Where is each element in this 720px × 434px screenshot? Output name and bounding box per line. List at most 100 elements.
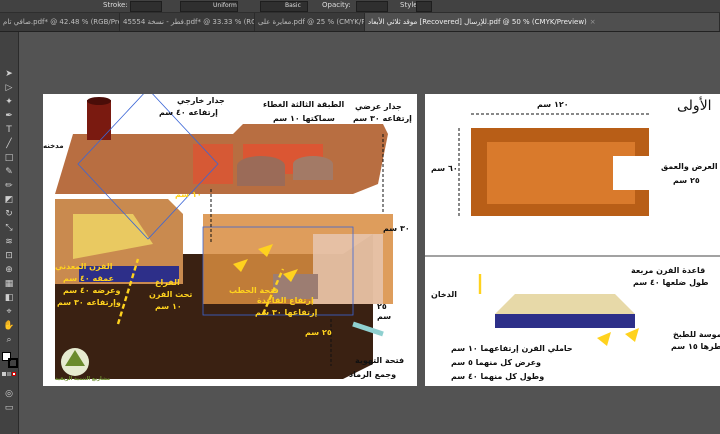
line-tool-icon[interactable]: ╱ — [3, 138, 15, 150]
label-oven-base: قاعدة الفرن مربعة — [631, 266, 706, 275]
control-bar: Stroke: Uniform Basic Opacity: Styles — [0, 0, 720, 13]
opacity-label: Opacity: — [322, 1, 351, 9]
tab-label: 45554 فطر - نسخة.pdf* @ 33.33 % (RGB/Pre… — [123, 18, 254, 26]
label-gap: الفراغ — [155, 278, 180, 287]
label-third-layer: الطبقة الثالثة الغطاء — [263, 100, 345, 109]
scale-icon[interactable]: ⤡ — [3, 222, 15, 234]
label-metal-oven-width: وعرضه ٤٠ سم — [63, 286, 121, 295]
artboard-left[interactable]: مدخنه جدار خارجي إرتفاعه ٤٠ سم الطبقة ال… — [43, 94, 417, 386]
stove-illustration — [55, 94, 393, 379]
label-holder-width: وعرض كل منهما ٥ سم — [451, 358, 542, 367]
gradient-icon[interactable]: ◧ — [3, 292, 15, 304]
draw-mode-icon[interactable]: ◎ — [3, 388, 15, 400]
rotate-icon[interactable]: ↻ — [3, 208, 15, 220]
rectangle-tool-icon[interactable]: □ — [3, 152, 15, 164]
tab-doc-1[interactable]: صافي تام.pdf* @ 42.48 % (RGB/Preview)× — [0, 13, 120, 31]
label-third-layer-thick: سماكتها ١٠ سم — [273, 114, 335, 123]
brush-select[interactable]: Basic — [260, 1, 308, 12]
label-cooking-surface-val: قطرها ١٥ سم — [671, 342, 720, 351]
tools-panel: ➤ ▷ ✦ ✒ T ╱ □ ✎ ✏ ◩ ↻ ⤡ ≋ ⊡ ⊕ ▦ ◧ ⌖ ✋ ⌕ … — [0, 32, 19, 434]
label-gap-under: تحت الفرن — [149, 290, 193, 299]
styles-swatch[interactable] — [416, 1, 432, 12]
eyedropper-icon[interactable]: ⌖ — [3, 306, 15, 318]
free-transform-icon[interactable]: ⊡ — [3, 250, 15, 262]
canvas-area[interactable]: مدخنه جدار خارجي إرتفاعه ٤٠ سم الطبقة ال… — [19, 32, 720, 434]
hot-area — [193, 144, 233, 184]
label-dim-25-b: ٢٥ — [377, 302, 387, 311]
none-mode-icon[interactable] — [12, 372, 16, 376]
label-width-depth: العرض والعمق — [661, 162, 718, 171]
label-metal-oven-depth: عمقه ٤٠ سم — [63, 274, 114, 283]
label-dim-30: ٣٠ سم — [383, 224, 410, 233]
label-width-depth-val: ٢٥ سم — [673, 176, 700, 185]
label-holder-height: حاملي الفرن إرتفاعهما ١٠ سم — [451, 344, 573, 353]
eraser-icon[interactable]: ◩ — [3, 194, 15, 206]
zoom-tool-icon[interactable]: ⌕ — [3, 334, 15, 346]
label-vent-opening: فتحة التهوية — [355, 356, 405, 365]
selection-tool-icon[interactable]: ➤ — [3, 68, 15, 80]
label-base-height-val: إرتفاعها ٣٠ سم — [255, 308, 318, 317]
top-view-inner — [487, 142, 635, 204]
basic-label: Basic — [285, 2, 301, 9]
tab-doc-3[interactable]: معايرة على.pdf @ 25 % (CMYK/Preview)× — [255, 13, 365, 31]
opacity-field[interactable] — [356, 1, 388, 12]
stroke-weight-field[interactable] — [130, 1, 162, 12]
pot-1-body — [237, 166, 285, 186]
label-chimney: مدخنه — [43, 142, 64, 150]
logo-text: مشاريع التنمية الريفية — [55, 376, 111, 382]
label-metal-oven-height: وإرتفاعه ٣٠ سم — [57, 298, 121, 307]
label-base-height: إرتفاع القاعدة — [257, 296, 314, 305]
label-dim-120: ١٢٠ سم — [537, 100, 569, 109]
label-smoke: الدخان — [431, 290, 457, 299]
label-oven-base-side: طول ضلعها ٤٠ سم — [633, 278, 709, 287]
stroke-label: Stroke: — [103, 1, 128, 9]
base-tray-top — [495, 294, 635, 314]
label-side-wall-height: إرتفاعه ٣٠ سم — [353, 114, 412, 123]
paintbrush-icon[interactable]: ✎ — [3, 166, 15, 178]
label-ash-collect: وجمع الرماد — [349, 370, 397, 379]
variable-width-select[interactable]: Uniform — [180, 1, 238, 12]
top-view-notch — [613, 156, 653, 190]
label-holder-length: وطول كل منهما ٤٠ سم — [451, 372, 545, 381]
air-arrow-1 — [597, 332, 611, 346]
pot-2-body — [293, 164, 333, 180]
type-tool-icon[interactable]: T — [3, 124, 15, 136]
document-tab-bar: صافي تام.pdf* @ 42.48 % (RGB/Preview)× 4… — [0, 13, 720, 32]
chimney-top — [87, 97, 111, 105]
chamber-door — [313, 234, 383, 304]
label-metal-oven: الفرن المعدني — [55, 262, 113, 271]
uniform-label: Uniform — [213, 2, 237, 9]
tab-label: موقد ثلاثي الأبعاد [Recovered] للإرسال.p… — [368, 18, 587, 26]
tab-label: صافي تام.pdf* @ 42.48 % (RGB/Preview) — [3, 18, 119, 26]
label-dim-10: ١٠ سم — [175, 190, 202, 199]
artboard-right[interactable]: الأولى ١٢٠ سم ٦٠ سم العرض والعمق ٢٥ سم ا… — [425, 94, 720, 386]
screen-mode-icon[interactable]: ▭ — [3, 402, 15, 414]
perspective-grid-icon[interactable]: ▦ — [3, 278, 15, 290]
direct-selection-tool-icon[interactable]: ▷ — [3, 82, 15, 94]
color-mode-icon[interactable] — [2, 372, 6, 376]
label-side-wall: جدار عرضي — [355, 102, 402, 111]
tab-label: معايرة على.pdf @ 25 % (CMYK/Preview) — [258, 18, 365, 26]
label-outer-wall-height: إرتفاعه ٤٠ سم — [159, 108, 218, 117]
label-cooking-surface: موسة للطبخ — [673, 330, 720, 339]
label-dim-60: ٦٠ سم — [431, 164, 458, 173]
gradient-mode-icon[interactable] — [7, 372, 11, 376]
magic-wand-icon[interactable]: ✦ — [3, 96, 15, 108]
label-wood-opening: فتحة الحطب — [229, 286, 279, 295]
air-arrow-2 — [625, 328, 639, 342]
shape-builder-icon[interactable]: ⊕ — [3, 264, 15, 276]
stroke-swatch[interactable] — [8, 358, 18, 368]
tab-doc-2[interactable]: 45554 فطر - نسخة.pdf* @ 33.33 % (RGB/Pre… — [120, 13, 255, 31]
label-dim-25-c: سم — [377, 312, 392, 321]
chimney-shape — [87, 100, 111, 140]
hand-tool-icon[interactable]: ✋ — [3, 320, 15, 332]
label-outer-wall: جدار خارجي — [177, 96, 225, 105]
close-icon[interactable]: × — [590, 18, 596, 26]
label-gap-10: ١٠ سم — [155, 302, 182, 311]
pen-tool-icon[interactable]: ✒ — [3, 110, 15, 122]
warp-icon[interactable]: ≋ — [3, 236, 15, 248]
base-tray-side — [495, 314, 635, 328]
pencil-icon[interactable]: ✏ — [3, 180, 15, 192]
right-title-partial: الأولى — [677, 98, 712, 114]
tab-doc-4[interactable]: موقد ثلاثي الأبعاد [Recovered] للإرسال.p… — [365, 13, 720, 31]
